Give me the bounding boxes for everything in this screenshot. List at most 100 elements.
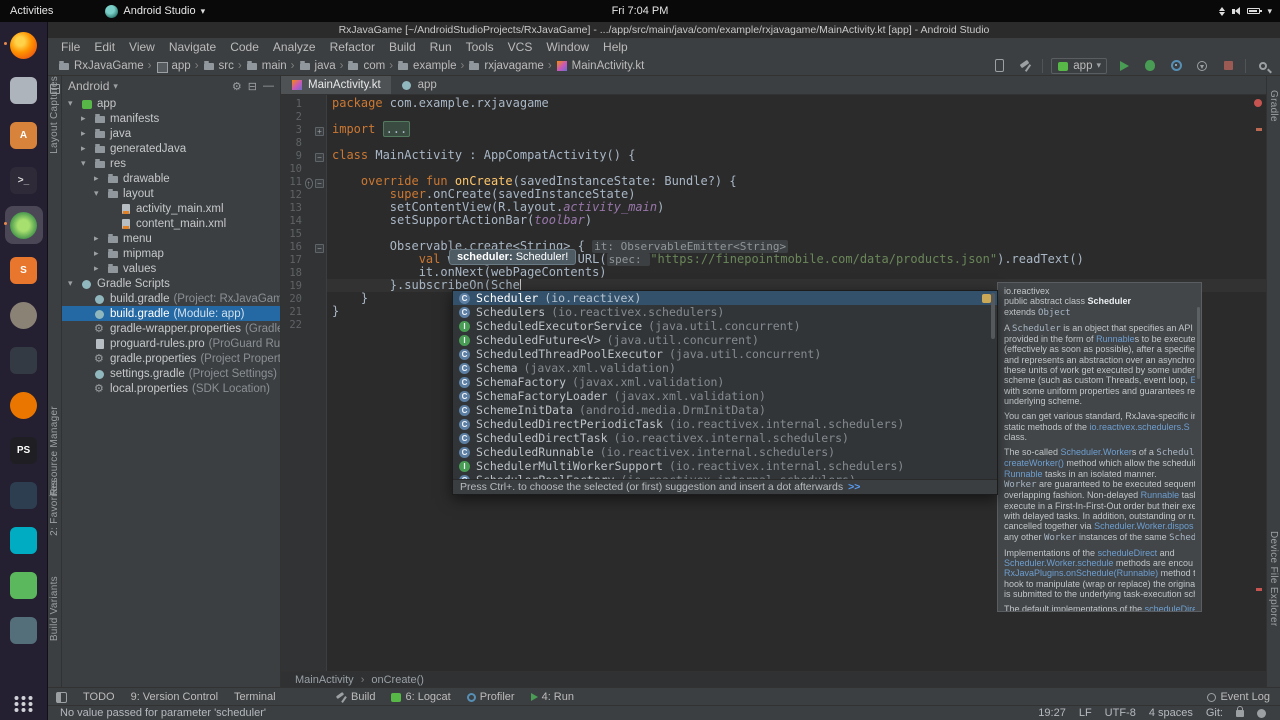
toolwindow-TODO[interactable]: TODO xyxy=(83,691,115,703)
tree-item-proguard-rules.pro[interactable]: proguard-rules.pro (ProGuard Rules for a… xyxy=(62,336,280,351)
project-view-header[interactable]: Android ▾ ⚙ ⊟ ― xyxy=(62,76,280,96)
completion-item-ScheduledExecutorService[interactable]: I ScheduledExecutorService (java.util.con… xyxy=(453,319,997,333)
completion-item-Schema[interactable]: C Schema (javax.xml.validation) xyxy=(453,361,997,375)
tree-arrow-icon[interactable]: ▾ xyxy=(94,188,103,199)
toolwindow-6: Logcat[interactable]: 6: Logcat xyxy=(391,691,451,703)
dock-icon-firefox[interactable] xyxy=(3,26,43,64)
run-button[interactable] xyxy=(1115,58,1133,74)
breadcrumb-app[interactable]: app xyxy=(156,60,191,73)
breadcrumb-rxjavagame[interactable]: rxjavagame xyxy=(468,60,544,72)
completion-item-Scheduler[interactable]: C Scheduler (io.reactivex) xyxy=(453,291,997,305)
toolwindow-Build[interactable]: Build xyxy=(336,691,375,703)
completion-item-SchedulerMultiWorkerSupport[interactable]: I SchedulerMultiWorkerSupport (io.reactiv… xyxy=(453,459,997,473)
doc-scrollbar[interactable] xyxy=(1197,307,1200,379)
breadcrumb-src[interactable]: src xyxy=(203,60,234,72)
dock-icon-android-studio[interactable] xyxy=(3,206,43,244)
dock-icon-green-app[interactable] xyxy=(5,566,43,604)
app-menu[interactable]: Android Studio ▾ xyxy=(105,4,205,18)
tree-item-build.gradle[interactable]: build.gradle (Module: app) xyxy=(62,306,280,321)
completion-item-SchemaFactoryLoader[interactable]: C SchemaFactoryLoader (javax.xml.validati… xyxy=(453,389,997,403)
menu-tools[interactable]: Tools xyxy=(459,39,501,55)
toolwindow-Profiler[interactable]: Profiler xyxy=(466,691,515,703)
menu-navigate[interactable]: Navigate xyxy=(162,39,223,55)
toolwindow-4: Run[interactable]: 4: Run xyxy=(530,691,574,703)
editor-breadcrumb-MainActivity[interactable]: MainActivity xyxy=(295,674,354,686)
dock-icon-cube-app[interactable] xyxy=(5,476,43,514)
menu-edit[interactable]: Edit xyxy=(87,39,122,55)
system-tray[interactable]: ▾ xyxy=(1219,6,1272,17)
status-LF[interactable]: LF xyxy=(1079,707,1092,719)
breadcrumb-com[interactable]: com xyxy=(347,60,385,72)
strip-label-Build Variants[interactable]: Build Variants xyxy=(49,576,60,641)
completion-item-ScheduledDirectTask[interactable]: C ScheduledDirectTask (io.reactivex.inter… xyxy=(453,431,997,445)
status-Git-[interactable]: Git: xyxy=(1206,707,1223,719)
project-view-selector[interactable]: Android xyxy=(68,79,109,93)
menu-help[interactable]: Help xyxy=(596,39,635,55)
tree-item-drawable[interactable]: ▸ drawable xyxy=(62,171,280,186)
breadcrumb-RxJavaGame[interactable]: RxJavaGame xyxy=(58,60,144,72)
tree-item-manifests[interactable]: ▸ manifests xyxy=(62,111,280,126)
stop-button[interactable] xyxy=(1219,58,1237,74)
breadcrumb-example[interactable]: example xyxy=(397,60,457,72)
menu-code[interactable]: Code xyxy=(223,39,266,55)
fold-marker-icon[interactable]: + xyxy=(315,121,326,139)
toolwindow-Terminal[interactable]: Terminal xyxy=(234,691,276,703)
fold-marker-icon[interactable]: − xyxy=(315,147,326,165)
menu-window[interactable]: Window xyxy=(539,39,596,55)
tree-arrow-icon[interactable]: ▸ xyxy=(94,248,103,259)
tree-item-gradle.properties[interactable]: gradle.properties (Project Properties) xyxy=(62,351,280,366)
toolwindow-switcher-icon[interactable] xyxy=(56,691,67,703)
error-stripe-mark[interactable] xyxy=(1256,128,1262,131)
dock-icon-blender[interactable] xyxy=(5,386,43,424)
build-hammer-icon[interactable] xyxy=(1016,58,1034,74)
tree-item-java[interactable]: ▸ java xyxy=(62,126,280,141)
menu-refactor[interactable]: Refactor xyxy=(323,39,382,55)
menu-run[interactable]: Run xyxy=(423,39,459,55)
toolwindow-9: Version Control[interactable]: 9: Version Control xyxy=(131,691,218,703)
profile-button[interactable] xyxy=(1167,58,1185,74)
dock-icon-files[interactable] xyxy=(5,71,43,109)
tree-item-generatedJava[interactable]: ▸ generatedJava xyxy=(62,141,280,156)
tree-arrow-icon[interactable]: ▸ xyxy=(81,128,90,139)
tree-arrow-icon[interactable]: ▾ xyxy=(68,98,77,109)
menu-analyze[interactable]: Analyze xyxy=(266,39,323,55)
tree-item-Gradle Scripts[interactable]: ▾ Gradle Scripts xyxy=(62,276,280,291)
right-tool-strip[interactable]: Gradle Device File Explorer xyxy=(1266,76,1280,687)
status-19-27[interactable]: 19:27 xyxy=(1038,707,1066,719)
strip-label-Device File Explorer[interactable]: Device File Explorer xyxy=(1268,531,1279,626)
strip-label-2: Favorites[interactable]: 2: Favorites xyxy=(49,480,60,536)
tree-item-content_main.xml[interactable]: content_main.xml xyxy=(62,216,280,231)
device-preview-icon[interactable] xyxy=(990,58,1008,74)
dock-icon-gimp[interactable] xyxy=(5,296,43,334)
completion-item-ScheduledThreadPoolExecutor[interactable]: C ScheduledThreadPoolExecutor (java.util.… xyxy=(453,347,997,361)
menu-vcs[interactable]: VCS xyxy=(501,39,540,55)
error-stripe-mark[interactable] xyxy=(1256,588,1262,591)
tree-arrow-icon[interactable]: ▸ xyxy=(94,233,103,244)
hide-panel-icon[interactable]: ― xyxy=(263,80,274,93)
tab-MainActivity.kt[interactable]: MainActivity.kt xyxy=(281,76,391,94)
tree-item-layout[interactable]: ▾ layout xyxy=(62,186,280,201)
completion-item-SchemaFactory[interactable]: C SchemaFactory (javax.xml.validation) xyxy=(453,375,997,389)
tree-item-settings.gradle[interactable]: settings.gradle (Project Settings) xyxy=(62,366,280,381)
tree-arrow-icon[interactable]: ▸ xyxy=(94,263,103,274)
strip-label-Layout Captures[interactable]: Layout Captures xyxy=(49,76,60,154)
debug-button[interactable] xyxy=(1141,58,1159,74)
menu-view[interactable]: View xyxy=(122,39,162,55)
clock[interactable]: Fri 7:04 PM xyxy=(612,5,669,17)
quick-doc-popup[interactable]: io.reactivex public abstract class Schedu… xyxy=(997,282,1202,612)
completion-item-Schedulers[interactable]: C Schedulers (io.reactivex.schedulers) xyxy=(453,305,997,319)
search-everywhere-button[interactable] xyxy=(1254,58,1272,74)
status-UTF-8[interactable]: UTF-8 xyxy=(1105,707,1136,719)
error-indicator[interactable] xyxy=(1254,99,1262,107)
menu-build[interactable]: Build xyxy=(382,39,423,55)
tree-arrow-icon[interactable]: ▾ xyxy=(81,158,90,169)
dock-icon-phpstorm[interactable]: PS xyxy=(5,431,43,469)
hector-icon[interactable] xyxy=(1257,708,1266,718)
tree-arrow-icon[interactable]: ▸ xyxy=(81,143,90,154)
tree-arrow-icon[interactable]: ▾ xyxy=(68,278,77,289)
tree-item-gradle-wrapper.properties[interactable]: gradle-wrapper.properties (Gradle Versio… xyxy=(62,321,280,336)
status-4-spaces[interactable]: 4 spaces xyxy=(1149,707,1193,719)
toolwindow-Event Log[interactable]: Event Log xyxy=(1207,691,1270,703)
fold-marker-icon[interactable]: − xyxy=(315,238,326,256)
run-config-selector[interactable]: app ▾ xyxy=(1051,57,1107,74)
